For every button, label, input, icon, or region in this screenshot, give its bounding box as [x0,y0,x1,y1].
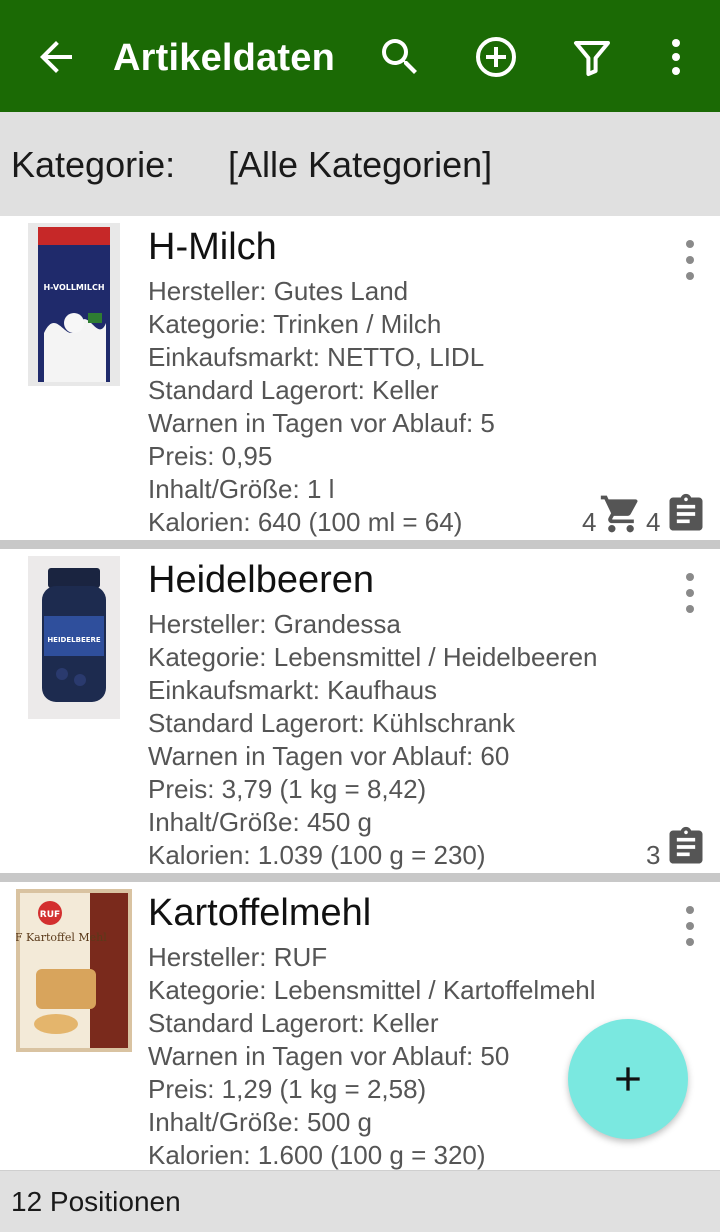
item-manufacturer: Hersteller: Gutes Land [148,276,409,306]
item-manufacturer: Hersteller: Grandessa [148,609,401,639]
item-calories: Kalorien: 1.600 (100 g = 320) [148,1140,486,1170]
add-article-fab[interactable] [568,1019,688,1139]
item-location: Standard Lagerort: Kühlschrank [148,708,516,738]
item-name: Kartoffelmehl [148,892,372,934]
item-warn-days: Warnen in Tagen vor Ablauf: 5 [148,408,495,438]
item-location: Standard Lagerort: Keller [148,375,439,405]
clipboard-icon[interactable] [664,492,708,536]
product-image: RUF RUF Kartoffel Mehl [16,889,132,1052]
item-category: Kategorie: Lebensmittel / Kartoffelmehl [148,975,596,1005]
divider [0,540,720,549]
item-calories: Kalorien: 1.039 (100 g = 230) [148,840,486,870]
item-size: Inhalt/Größe: 450 g [148,807,373,837]
overflow-menu-icon[interactable] [652,33,700,81]
item-overflow-icon[interactable] [672,567,708,621]
item-category: Kategorie: Lebensmittel / Heidelbeeren [148,642,598,672]
svg-text:RUF Kartoffel Mehl: RUF Kartoffel Mehl [16,931,107,944]
item-name: H-Milch [148,226,277,268]
item-manufacturer: Hersteller: RUF [148,942,328,972]
position-count: 12 Positionen [11,1186,181,1217]
footer-bar: 12 Positionen [0,1170,720,1232]
item-warn-days: Warnen in Tagen vor Ablauf: 60 [148,741,510,771]
item-calories: Kalorien: 640 (100 ml = 64) [148,507,463,537]
app-bar: Artikeldaten [0,0,720,112]
add-circle-icon[interactable] [472,33,520,81]
category-dropdown[interactable]: [Alle Kategorien] [228,144,492,186]
divider [0,873,720,882]
stock-count: 3 [646,840,661,870]
svg-text:HEIDELBEERE: HEIDELBEERE [47,636,101,644]
category-label: Kategorie: [11,144,176,185]
item-overflow-icon[interactable] [672,234,708,288]
item-store: Einkaufsmarkt: NETTO, LIDL [148,342,485,372]
list-item[interactable]: H-VOLLMILCH H-Milch Hersteller: Gutes La… [0,216,720,540]
stock-count: 4 [646,507,661,537]
item-price: Preis: 3,79 (1 kg = 8,42) [148,774,427,804]
cart-count: 4 [582,507,597,537]
back-arrow-icon[interactable] [32,33,80,81]
shopping-cart-icon[interactable] [599,492,643,536]
item-size: Inhalt/Größe: 1 l [148,474,335,504]
item-location: Standard Lagerort: Keller [148,1008,439,1038]
item-store: Einkaufsmarkt: Kaufhaus [148,675,438,705]
item-size: Inhalt/Größe: 500 g [148,1107,373,1137]
plus-icon [616,1067,640,1091]
item-warn-days: Warnen in Tagen vor Ablauf: 50 [148,1041,510,1071]
list-item[interactable]: HEIDELBEERE Heidelbeeren Hersteller: Gra… [0,549,720,873]
item-price: Preis: 1,29 (1 kg = 2,58) [148,1074,427,1104]
product-image: HEIDELBEERE [28,556,120,719]
clipboard-icon[interactable] [664,825,708,869]
svg-text:RUF: RUF [40,910,60,920]
item-overflow-icon[interactable] [672,900,708,954]
category-selector[interactable]: Kategorie: [Alle Kategorien] [0,112,720,216]
item-price: Preis: 0,95 [148,441,273,471]
filter-icon[interactable] [568,33,616,81]
svg-text:H-VOLLMILCH: H-VOLLMILCH [43,283,104,292]
search-icon[interactable] [376,33,424,81]
item-category: Kategorie: Trinken / Milch [148,309,442,339]
item-name: Heidelbeeren [148,559,375,601]
product-image: H-VOLLMILCH [28,223,120,386]
page-title: Artikeldaten [113,37,336,79]
